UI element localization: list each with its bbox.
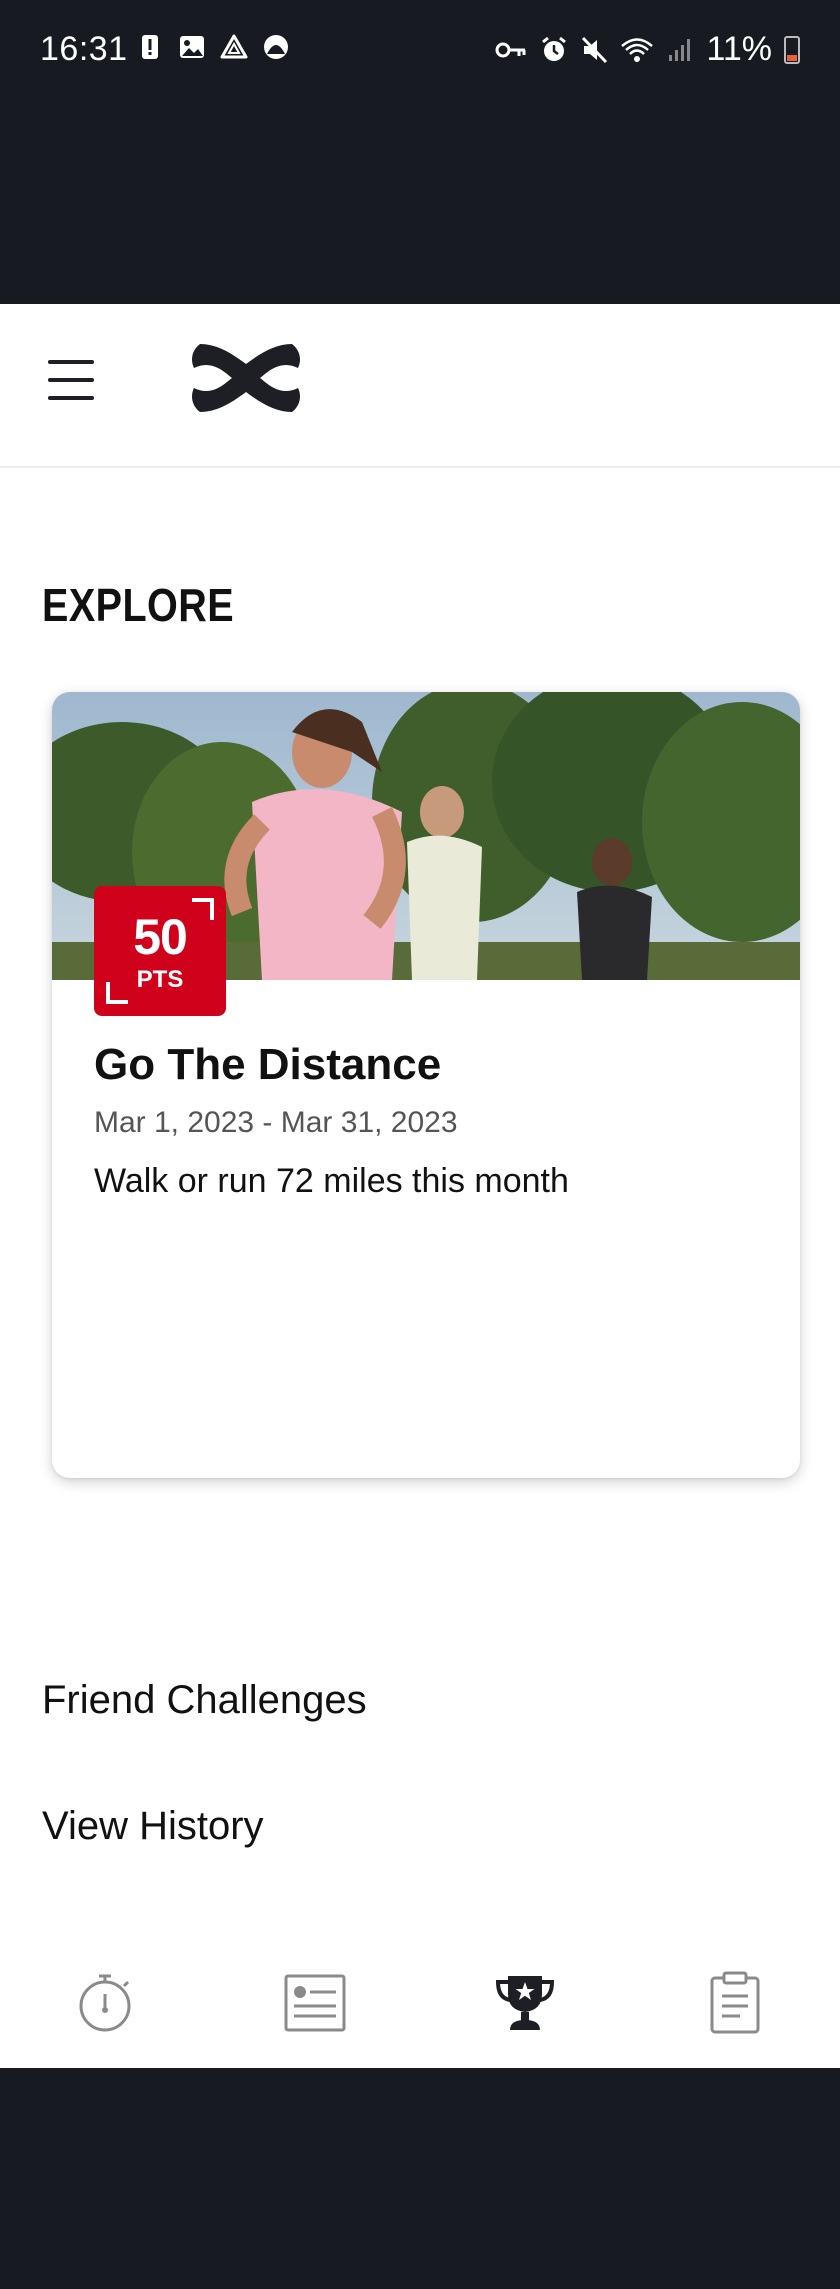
stopwatch-icon[interactable] [70, 1968, 140, 2038]
status-bar: 16:31 11% [0, 0, 840, 100]
vpn-key-icon [495, 42, 526, 57]
under-armour-logo[interactable] [186, 342, 306, 414]
system-nav-area [0, 2068, 840, 2289]
status-time: 16:31 [40, 30, 128, 68]
challenge-dates: Mar 1, 2023 - Mar 31, 2023 [94, 1106, 458, 1139]
challenge-title: Go The Distance [94, 1040, 442, 1089]
points-badge: 50 PTS [94, 886, 226, 1016]
battery-percent: 11% [706, 30, 772, 68]
challenge-description: Walk or run 72 miles this month [94, 1162, 569, 1200]
view-history-link[interactable]: View History [42, 1804, 264, 1849]
alert-icon [142, 35, 158, 59]
signal-icon [669, 38, 691, 61]
mute-icon [582, 36, 608, 63]
trophy-icon[interactable] [490, 1968, 560, 2038]
status-right-icons: 11% [494, 30, 800, 69]
status-left-icons [136, 32, 290, 62]
wifi-icon [621, 37, 654, 62]
status-spacer [0, 100, 840, 304]
drive-icon [220, 34, 248, 59]
app-screen: EXPLORE 50 PTS Go The Distance Mar 1, 20… [0, 304, 840, 2068]
points-label: PTS [136, 966, 184, 993]
challenge-card[interactable]: 50 PTS Go The Distance Mar 1, 2023 - Mar… [52, 692, 800, 1478]
explore-title: EXPLORE [42, 579, 235, 631]
clipboard-icon[interactable] [700, 1968, 770, 2038]
battery-icon [784, 35, 800, 64]
friend-challenges-link[interactable]: Friend Challenges [42, 1678, 367, 1723]
circle-app-icon [264, 35, 288, 59]
feed-icon[interactable] [280, 1968, 350, 2038]
app-bar [0, 304, 840, 468]
points-value: 50 [133, 909, 188, 965]
bottom-navigation [0, 1940, 840, 2068]
hamburger-menu-icon[interactable] [44, 360, 98, 400]
image-icon [180, 36, 204, 58]
alarm-icon [542, 36, 567, 61]
